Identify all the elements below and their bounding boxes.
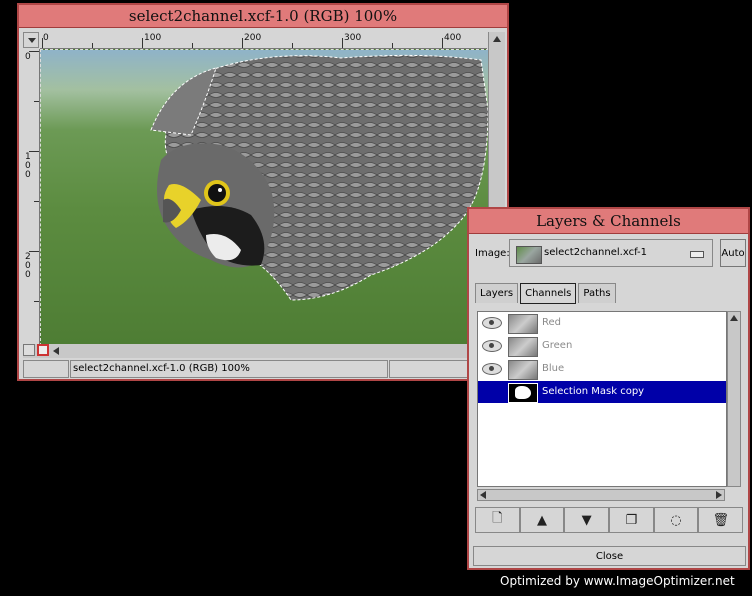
channel-thumbnail xyxy=(508,337,538,357)
tab-layers[interactable]: Layers xyxy=(475,283,519,303)
channel-thumbnail xyxy=(508,314,538,334)
eye-icon[interactable] xyxy=(482,317,502,329)
status-bar: select2channel.xcf-1.0 (RGB) 100% xyxy=(23,360,504,378)
ruler-label: 100 xyxy=(25,152,31,180)
status-coords xyxy=(23,360,69,378)
channel-thumbnail xyxy=(508,360,538,380)
horizontal-ruler[interactable]: 0 100 200 300 400 xyxy=(40,32,487,49)
trash-icon: 🗑 xyxy=(712,512,729,528)
channel-label: Blue xyxy=(542,363,565,374)
image-selector-row: Image: select2channel.xcf-1 Auto xyxy=(473,239,746,269)
horizontal-scrollbar-row xyxy=(23,344,504,358)
tab-channels[interactable]: Channels xyxy=(520,283,577,304)
scroll-up-icon[interactable] xyxy=(730,315,738,321)
ruler-label: 300 xyxy=(344,33,362,43)
image-select[interactable]: select2channel.xcf-1 xyxy=(509,239,713,267)
dialog-titlebar[interactable]: Layers & Channels xyxy=(469,209,748,234)
arrow-down-icon: ▼ xyxy=(581,512,592,528)
scroll-left-icon[interactable] xyxy=(53,347,59,355)
scroll-right-icon[interactable] xyxy=(716,491,722,499)
quickmask-on-icon[interactable] xyxy=(37,344,49,356)
tab-paths[interactable]: Paths xyxy=(578,283,616,303)
ruler-label: 0 xyxy=(25,52,31,62)
image-window: select2channel.xcf-1.0 (RGB) 100% 0 100 … xyxy=(17,3,509,381)
channels-list: Red Green Blue Selection Mask copy xyxy=(477,311,727,487)
quickmask-off-icon[interactable] xyxy=(23,344,35,356)
new-channel-button[interactable]: 🗋 xyxy=(475,507,520,533)
scroll-up-icon[interactable] xyxy=(493,36,501,42)
watermark-text: Optimized by www.ImageOptimizer.net xyxy=(500,574,735,588)
image-canvas[interactable] xyxy=(40,49,489,346)
ruler-label: 200 xyxy=(25,252,31,280)
arrow-up-icon: ▲ xyxy=(537,512,547,528)
scroll-left-icon[interactable] xyxy=(480,491,486,499)
falcon-image xyxy=(150,54,488,301)
channel-label: Selection Mask copy xyxy=(542,386,645,397)
close-button[interactable]: Close xyxy=(473,546,746,566)
ruler-corner-menu-button[interactable] xyxy=(23,32,39,48)
delete-channel-button[interactable]: 🗑 xyxy=(698,507,744,533)
layers-channels-dialog: Layers & Channels Image: select2channel.… xyxy=(467,207,750,570)
channel-row-green[interactable]: Green xyxy=(478,335,726,357)
ruler-label: 0 xyxy=(43,33,49,43)
dropdown-indicator-icon xyxy=(690,251,704,258)
raise-channel-button[interactable]: ▲ xyxy=(519,507,565,533)
vertical-ruler[interactable]: 0 100 200 xyxy=(23,49,40,344)
selection-circle-icon: ◌ xyxy=(670,512,682,528)
status-text: select2channel.xcf-1.0 (RGB) 100% xyxy=(70,360,388,378)
ruler-label: 200 xyxy=(244,33,262,43)
channel-row-red[interactable]: Red xyxy=(478,312,726,334)
duplicate-channel-button[interactable]: ❐ xyxy=(609,507,654,533)
list-horizontal-scrollbar[interactable] xyxy=(477,489,725,501)
eye-icon[interactable] xyxy=(482,340,502,352)
ruler-label: 100 xyxy=(144,33,162,43)
image-label: Image: xyxy=(475,248,510,259)
dialog-tabs: Layers Channels Paths xyxy=(475,283,616,304)
channel-row-blue[interactable]: Blue xyxy=(478,358,726,380)
channel-label: Green xyxy=(542,340,573,351)
duplicate-icon: ❐ xyxy=(625,512,638,528)
eye-icon[interactable] xyxy=(482,363,502,375)
image-window-titlebar[interactable]: select2channel.xcf-1.0 (RGB) 100% xyxy=(19,5,507,28)
image-thumbnail xyxy=(516,246,542,264)
mask-thumbnail xyxy=(508,383,538,403)
channel-label: Red xyxy=(542,317,561,328)
channel-buttons: 🗋 ▲ ▼ ❐ ◌ 🗑 xyxy=(475,507,744,533)
channel-to-selection-button[interactable]: ◌ xyxy=(653,507,699,533)
image-select-value: select2channel.xcf-1 xyxy=(544,247,648,258)
channel-row-selection-mask-copy[interactable]: Selection Mask copy xyxy=(478,381,726,403)
auto-button[interactable]: Auto xyxy=(720,239,746,267)
new-page-icon: 🗋 xyxy=(492,511,503,526)
ruler-label: 400 xyxy=(444,33,462,43)
lower-channel-button[interactable]: ▼ xyxy=(564,507,610,533)
list-vertical-scrollbar[interactable] xyxy=(727,311,741,487)
